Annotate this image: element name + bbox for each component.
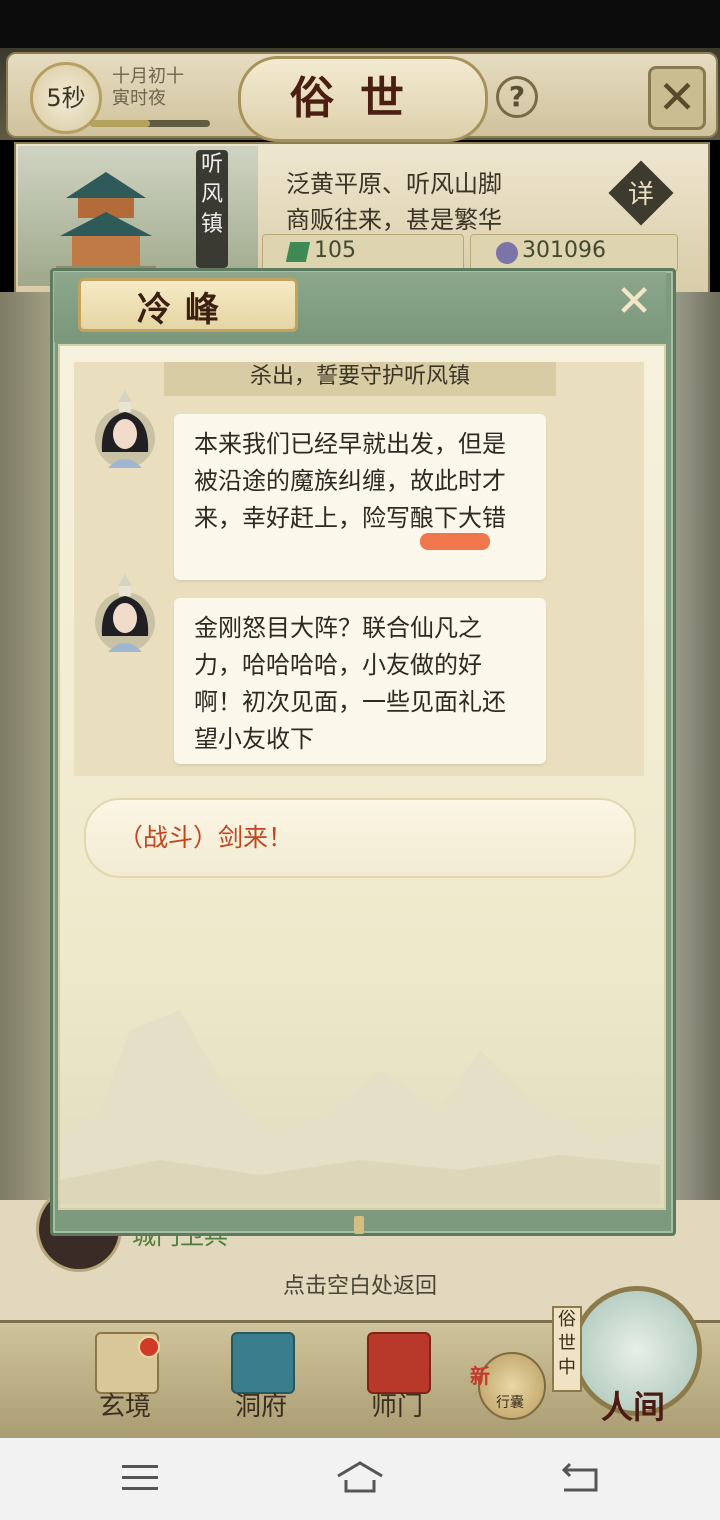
speaker-avatar [95, 390, 155, 468]
dialog-close-icon[interactable]: ✕ [612, 280, 656, 326]
jade-icon [285, 242, 311, 262]
close-page-button[interactable]: ✕ [648, 66, 706, 130]
dialog-bottom-ornament [354, 1216, 364, 1234]
speaker-avatar [95, 574, 155, 652]
date-line-2: 寅时夜 [112, 88, 166, 109]
home-icon[interactable] [336, 1460, 384, 1494]
nav-label-dongfu: 洞府 [234, 1392, 287, 1422]
pavilion-icon [231, 1332, 295, 1394]
nav-label-renjian: 人间 [600, 1388, 665, 1426]
location-description-line-2: 商贩往来，甚是繁华 [286, 206, 502, 234]
date-line-1: 十月初十 [112, 66, 184, 87]
game-date: 十月初十 寅时夜 [112, 66, 202, 110]
coin-icon [496, 242, 518, 264]
coin-value: 301096 [522, 238, 606, 263]
location-description-line-1: 泛黄平原、听风山脚 [286, 170, 502, 198]
battle-option-label[interactable]: （战斗）剑来！ [118, 818, 293, 854]
page-title: 俗世 [290, 73, 430, 124]
nav-label-xuanjing: 玄境 [98, 1392, 151, 1422]
pagoda-icon [56, 172, 156, 276]
bag-label: 行囊 [496, 1395, 524, 1411]
nav-item-dongfu[interactable]: 洞府 [206, 1326, 316, 1426]
nav-item-xuanjing[interactable]: 玄境 [70, 1326, 180, 1426]
time-progress-fill [90, 120, 150, 127]
menu-icon[interactable] [122, 1464, 158, 1492]
nav-item-shimen[interactable]: 师门 [342, 1326, 452, 1426]
help-icon[interactable]: ? [496, 76, 538, 118]
detail-button-label[interactable]: 详 [616, 174, 666, 211]
dialog-title: 冷峰 [137, 290, 233, 330]
chat-bubble: 金刚怒目大阵？联合仙凡之力，哈哈哈哈，小友做的好啊！初次见面，一些见面礼还望小友… [174, 598, 546, 764]
location-name-sign: 听 风 镇 [196, 150, 228, 268]
nav-label-shimen: 师门 [370, 1392, 423, 1422]
chat-bubble: 本来我们已经早就出发，但是被沿途的魔族纠缠，故此时才来，幸好赶上，险写酿下大错 [174, 414, 546, 580]
chat-previous-line: 杀出，誓要守护听风镇 [164, 362, 556, 396]
notification-dot [138, 1336, 160, 1358]
highlight-mark [420, 533, 490, 550]
banner-icon [367, 1332, 431, 1394]
back-icon[interactable] [560, 1462, 600, 1492]
jade-value: 105 [314, 238, 356, 263]
mountain-decoration [60, 1010, 660, 1204]
new-badge: 新 [470, 1364, 490, 1388]
in-world-tag: 俗 世 中 [552, 1306, 582, 1392]
